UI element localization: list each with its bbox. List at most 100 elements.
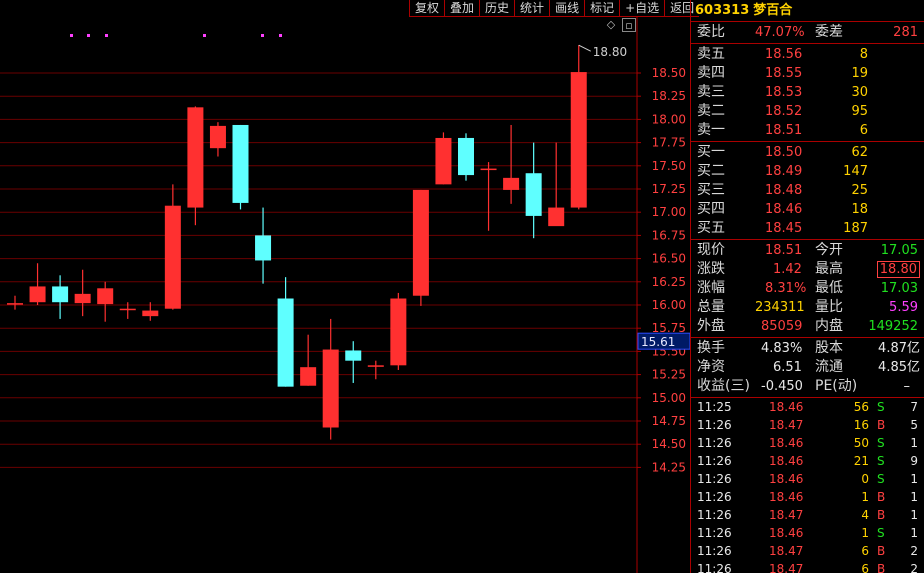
sell-order-row[interactable]: 卖三 18.53 30 xyxy=(691,83,924,102)
tick-row[interactable]: 11:26 18.46 1 B 1 xyxy=(691,488,924,506)
stock-title: 603313 梦百合 xyxy=(691,0,924,22)
tick-volume: 6 xyxy=(861,562,869,573)
y-tick-label: 18.00 xyxy=(652,112,686,126)
chart-toolbar: 复权 叠加 历史 统计 画线 标记 +自选 返回 xyxy=(409,0,700,17)
tick-volume: 1 xyxy=(861,526,869,540)
tick-volume: 21 xyxy=(853,454,869,468)
tick-row[interactable]: 11:25 18.46 56 S 7 xyxy=(691,398,924,416)
tick-volume: 4 xyxy=(861,508,869,522)
y-tick-label: 16.00 xyxy=(652,298,686,312)
tick-row[interactable]: 11:26 18.47 4 B 1 xyxy=(691,506,924,524)
tick-time: 11:25 xyxy=(697,400,732,414)
tick-row[interactable]: 11:26 18.46 21 S 9 xyxy=(691,452,924,470)
tick-price: 18.47 xyxy=(769,544,804,558)
signal-dot xyxy=(105,34,108,37)
sell-order-label: 卖二 xyxy=(697,103,725,119)
sell-order-row[interactable]: 卖四 18.55 19 xyxy=(691,64,924,83)
sell-order-row[interactable]: 卖一 18.51 6 xyxy=(691,121,924,140)
pe-label: PE(动) xyxy=(815,378,858,394)
tick-side: S xyxy=(877,400,885,414)
open-value: 17.05 xyxy=(880,243,918,258)
eps-value: -0.450 xyxy=(761,379,803,394)
candle-body xyxy=(435,137,452,185)
toolbar-mark-button[interactable]: 标记 xyxy=(584,0,620,17)
tick-list[interactable]: 11:25 18.46 56 S 7 11:26 18.47 16 B 5 11:26 18.46 50… xyxy=(691,398,924,573)
candle-body xyxy=(390,298,407,366)
low-label: 最低 xyxy=(815,280,843,296)
sell-order-volume: 30 xyxy=(851,85,868,100)
buy-order-price: 18.50 xyxy=(765,145,803,160)
sell-order-price: 18.55 xyxy=(765,66,803,81)
candle-body xyxy=(164,205,181,309)
sell-order-row[interactable]: 卖五 18.56 8 xyxy=(691,45,924,64)
sell-order-label: 卖五 xyxy=(697,46,725,62)
tick-time: 11:26 xyxy=(697,526,732,540)
sell-order-volume: 6 xyxy=(859,123,868,138)
tick-time: 11:26 xyxy=(697,436,732,450)
tick-count: 7 xyxy=(910,400,918,414)
sell-order-price: 18.53 xyxy=(765,85,803,100)
candle-body xyxy=(74,293,91,304)
candle-body xyxy=(52,286,69,303)
tick-count: 9 xyxy=(910,454,918,468)
sell-order-price: 18.51 xyxy=(765,123,803,138)
buy-order-price: 18.46 xyxy=(765,202,803,217)
quote-stats-section: 现价 18.51 今开 17.05 涨跌 1.42 最高 18.80 涨幅 8.… xyxy=(691,240,924,338)
tick-row[interactable]: 11:26 18.47 6 B 2 xyxy=(691,542,924,560)
fundamentals-section: 换手 4.83% 股本 4.87亿 净资 6.51 流通 4.85亿 收益(三)… xyxy=(691,338,924,398)
tick-row[interactable]: 11:26 18.46 0 S 1 xyxy=(691,470,924,488)
candle-body xyxy=(7,303,23,305)
tick-volume: 0 xyxy=(861,472,869,486)
sell-orders-section: 卖五 18.56 8 卖四 18.55 19 卖三 18.53 30 卖二 18.52 95 卖一 18.… xyxy=(691,44,924,142)
diamond-icon[interactable]: ◇ xyxy=(604,18,618,32)
tick-time: 11:26 xyxy=(697,472,732,486)
candle-body xyxy=(367,365,384,367)
tick-row[interactable]: 11:26 18.47 16 B 5 xyxy=(691,416,924,434)
toolbar-draw-button[interactable]: 画线 xyxy=(549,0,585,17)
buy-order-label: 买四 xyxy=(697,201,725,217)
toolbar-overlay-button[interactable]: 叠加 xyxy=(444,0,480,17)
buy-order-row[interactable]: 买五 18.45 187 xyxy=(691,219,924,238)
candle-body xyxy=(187,107,204,208)
tick-side: B xyxy=(877,544,886,558)
tick-time: 11:26 xyxy=(697,454,732,468)
tick-volume: 1 xyxy=(861,490,869,504)
buy-order-row[interactable]: 买三 18.48 25 xyxy=(691,181,924,200)
outer-volume-value: 85059 xyxy=(761,319,803,334)
tick-row[interactable]: 11:26 18.47 6 B 2 xyxy=(691,560,924,573)
signal-dot xyxy=(261,34,264,37)
toolbar-history-button[interactable]: 历史 xyxy=(479,0,515,17)
weibi-value: 47.07% xyxy=(755,25,805,40)
volume-label: 总量 xyxy=(697,299,725,315)
signal-dot xyxy=(70,34,73,37)
kline-chart-area[interactable]: 18.50 18.25 18.00 17.75 17.50 17.25 17.00 16.75… xyxy=(0,0,700,573)
tick-row[interactable]: 11:26 18.46 1 S 1 xyxy=(691,524,924,542)
toolbar-add-watchlist-button[interactable]: +自选 xyxy=(619,0,665,17)
candle-body xyxy=(525,173,542,216)
buy-order-price: 18.48 xyxy=(765,183,803,198)
restore-window-icon[interactable]: ▫ xyxy=(622,18,636,32)
toolbar-stats-button[interactable]: 统计 xyxy=(514,0,550,17)
buy-order-row[interactable]: 买一 18.50 62 xyxy=(691,143,924,162)
buy-order-row[interactable]: 买四 18.46 18 xyxy=(691,200,924,219)
y-tick-label: 17.75 xyxy=(652,136,686,150)
buy-order-volume: 187 xyxy=(843,221,868,236)
high-label: 最高 xyxy=(815,261,843,277)
toolbar-fuquan-button[interactable]: 复权 xyxy=(409,0,445,17)
tick-side: S xyxy=(877,436,885,450)
sell-order-row[interactable]: 卖二 18.52 95 xyxy=(691,102,924,121)
signal-dot xyxy=(87,34,90,37)
sell-order-volume: 8 xyxy=(859,47,868,62)
tick-row[interactable]: 11:26 18.46 50 S 1 xyxy=(691,434,924,452)
buy-order-row[interactable]: 买二 18.49 147 xyxy=(691,162,924,181)
high-value: 18.80 xyxy=(876,261,920,278)
kline-chart[interactable]: 18.50 18.25 18.00 17.75 17.50 17.25 17.00 16.75… xyxy=(0,0,690,573)
buy-order-volume: 147 xyxy=(843,164,868,179)
y-tick-label: 14.50 xyxy=(652,437,686,451)
y-tick-label: 18.25 xyxy=(652,89,686,103)
tick-count: 1 xyxy=(910,508,918,522)
tick-price: 18.47 xyxy=(769,562,804,573)
total-shares-label: 股本 xyxy=(815,340,843,356)
tick-volume: 56 xyxy=(853,400,869,414)
tick-price: 18.47 xyxy=(769,418,804,432)
